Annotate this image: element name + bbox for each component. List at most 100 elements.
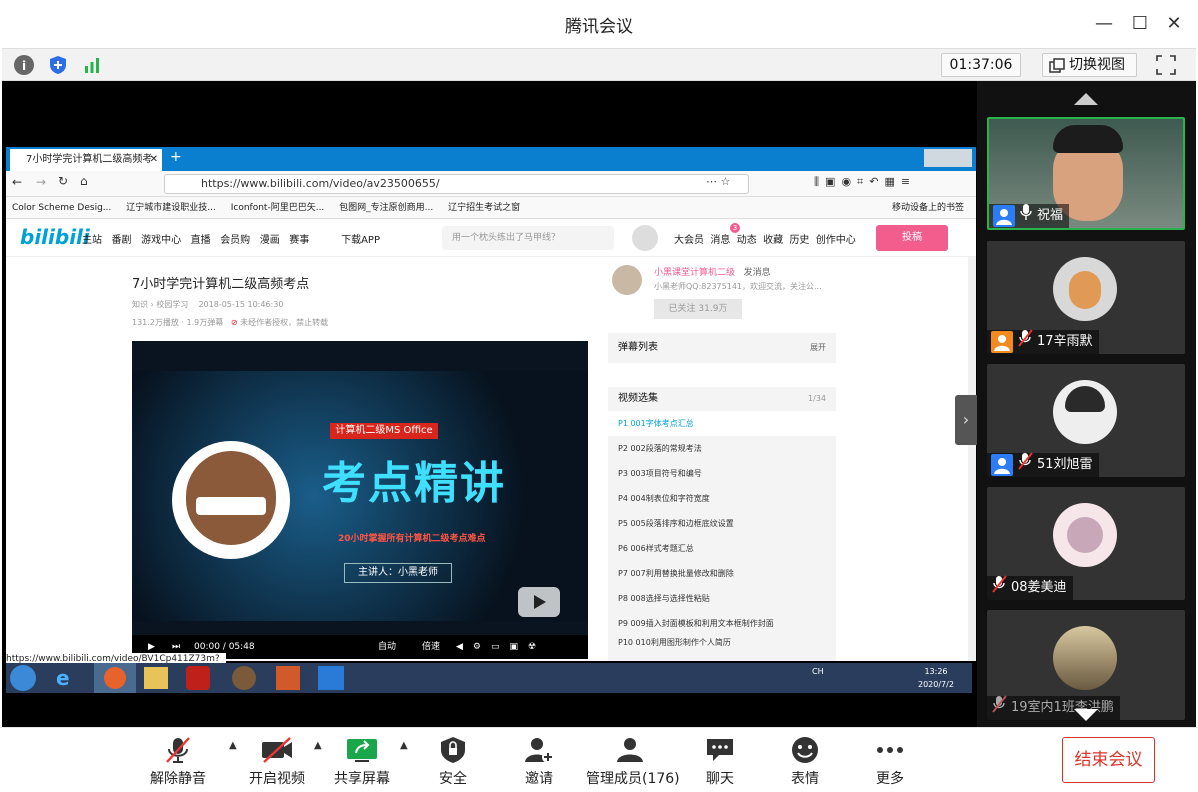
bookmark[interactable]: Iconfont-阿里巴巴矢... (231, 203, 325, 213)
video-player[interactable]: 计算机二级MS Office 考点精讲 20小时掌握所有计算机二级考点难点 主讲… (132, 341, 588, 659)
close-icon[interactable]: ✕ (1160, 10, 1188, 38)
player-tools-icon[interactable]: ◀⚙▭▣☢ (456, 635, 546, 659)
play-overlay-icon[interactable] (518, 587, 560, 617)
audio-options-icon[interactable]: ▲ (229, 740, 239, 751)
quality-button[interactable]: 自动 (378, 635, 396, 659)
manage-members-button[interactable]: 管理成员(176) (586, 736, 680, 788)
back-icon[interactable]: ← (12, 175, 22, 189)
episode-item[interactable]: P9 009插入封面模板和利用文本框制作封面 (608, 611, 836, 636)
start-icon[interactable] (10, 665, 36, 691)
shield-icon[interactable] (48, 55, 68, 75)
episode-item[interactable]: P7 007利用替换批量修改和删除 (608, 561, 836, 586)
bilibili-logo[interactable]: bilibili (20, 225, 90, 249)
explorer-icon[interactable] (144, 667, 168, 689)
bili-search-input[interactable]: 用一个枕头练出了马甲线？ (442, 226, 614, 250)
share-options-icon[interactable]: ▲ (400, 740, 410, 751)
participant-tile[interactable]: 19室内1班李洪鹏 (987, 610, 1185, 720)
powerpoint-icon[interactable] (276, 666, 300, 690)
mute-button[interactable]: 解除静音 (150, 736, 206, 788)
episode-item[interactable]: P6 006样式考题汇总 (608, 536, 836, 561)
speed-button[interactable]: 倍速 (422, 635, 440, 659)
episodes-count: 1/34 (808, 394, 826, 403)
bookmark[interactable]: Color Scheme Desig... (12, 203, 111, 213)
video-options-icon[interactable]: ▲ (314, 740, 324, 751)
nav-item[interactable]: 游戏中心 (141, 235, 181, 246)
participant-tile[interactable]: 17辛雨默 (987, 241, 1185, 354)
reactions-button[interactable]: 表情 (788, 736, 822, 788)
ime-indicator[interactable]: CH (812, 667, 824, 676)
user-nav-item[interactable]: 收藏 (763, 235, 783, 246)
episode-item[interactable]: P5 005段落排序和边框底纹设置 (608, 511, 836, 536)
reload-icon[interactable]: ↻ (58, 174, 68, 188)
user-nav-item[interactable]: 动态 (737, 235, 757, 246)
maximize-icon[interactable]: ☐ (1126, 10, 1154, 38)
episode-item[interactable]: P3 003项目符号和编号 (608, 461, 836, 486)
user-nav-item[interactable]: 大会员 (674, 235, 704, 246)
expand-link[interactable]: 展开 (810, 333, 826, 363)
tab-close-icon[interactable]: ✕ (150, 149, 158, 171)
bookmark[interactable]: 包图网_专注原创商用... (339, 203, 433, 213)
more-icon[interactable]: ⋯ ☆ (706, 175, 730, 188)
participant-tile[interactable]: 08姜美迪 (987, 487, 1185, 600)
collapse-sidebar-icon[interactable]: › (955, 395, 977, 445)
page-scrollbar[interactable] (968, 257, 976, 661)
nav-item[interactable]: 下载APP (341, 235, 380, 246)
flash-icon[interactable] (186, 666, 210, 690)
episode-item[interactable]: P10 010利用图形制作个人简历 (608, 636, 836, 650)
chat-button[interactable]: 聊天 (703, 736, 737, 788)
nav-item[interactable]: 漫画 (260, 235, 280, 246)
minimize-icon[interactable]: — (1090, 10, 1118, 38)
bookmark[interactable]: 辽宁招生考试之窗 (448, 203, 520, 213)
share-screen-button[interactable]: 共享屏幕 (334, 736, 390, 788)
user-nav-item[interactable]: 创作中心 (816, 235, 856, 246)
follow-button[interactable]: 已关注 31.9万 (654, 299, 742, 319)
switch-view-button[interactable]: 切换视图 (1042, 53, 1137, 77)
home-icon[interactable]: ⌂ (80, 174, 88, 188)
more-button[interactable]: 更多 (873, 736, 907, 788)
send-message-link[interactable]: 发消息 (744, 268, 771, 278)
episode-item[interactable]: P4 004制表位和字符宽度 (608, 486, 836, 511)
bookmark[interactable]: 移动设备上的书签 (892, 197, 964, 218)
nav-item[interactable]: 主站 (82, 235, 102, 246)
nav-item[interactable]: 直播 (191, 235, 211, 246)
address-bar[interactable]: https://www.bilibili.com/video/av2350065… (164, 174, 749, 194)
clock[interactable]: 13:26 2020/7/2 (918, 665, 954, 691)
nav-item[interactable]: 赛事 (289, 235, 309, 246)
security-button[interactable]: 安全 (436, 736, 470, 788)
fullscreen-icon[interactable] (1154, 53, 1178, 77)
browser-tools-icon[interactable]: ⫼▣◉⌗↶▦≡ (814, 175, 916, 189)
uploader-avatar[interactable] (612, 265, 642, 295)
invite-button[interactable]: 邀请 (522, 736, 556, 788)
user-nav-item[interactable]: 历史 (789, 235, 809, 246)
app-icon[interactable] (232, 666, 256, 690)
nav-item[interactable]: 会员购 (220, 235, 250, 246)
episode-list: 视频选集 1/34 P1 001字体考点汇总 P2 002段落的常规考法 P3 … (608, 387, 836, 661)
nav-item[interactable]: 番剧 (112, 235, 132, 246)
participant-name: 08姜美迪 (1011, 580, 1067, 595)
avatar[interactable] (632, 225, 658, 251)
user-nav-item[interactable]: 消息 (710, 235, 730, 246)
info-icon[interactable]: i (14, 55, 34, 75)
end-meeting-button[interactable]: 结束会议 (1062, 737, 1155, 783)
ie-icon[interactable]: e (56, 666, 80, 690)
meeting-app-icon[interactable] (318, 666, 344, 690)
upload-button[interactable]: 投稿 (876, 225, 948, 251)
scroll-down-icon[interactable] (1074, 709, 1098, 721)
video-button[interactable]: 开启视频 (248, 736, 306, 788)
participant-tile[interactable]: 51刘旭雷 (987, 364, 1185, 477)
episode-item[interactable]: P8 008选择与选择性粘贴 (608, 586, 836, 611)
browser-tab[interactable]: 7小时学完计算机二级高频考点 ✕ (10, 149, 162, 187)
video-category[interactable]: 知识 › 校园学习 (132, 300, 188, 309)
forward-icon[interactable]: → (36, 175, 46, 189)
uploader-name[interactable]: 小黑课堂计算机二级 (654, 268, 735, 278)
signal-icon[interactable] (82, 55, 102, 75)
scroll-up-icon[interactable] (1074, 93, 1098, 105)
participant-tile[interactable]: 祝福 (987, 117, 1185, 230)
episode-item[interactable]: P2 002段落的常规考法 (608, 436, 836, 461)
bookmark[interactable]: 辽宁城市建设职业技... (126, 203, 216, 213)
episode-item[interactable]: P1 001字体考点汇总 (608, 411, 836, 436)
firefox-taskbar-item[interactable] (94, 663, 136, 693)
danmaku-list[interactable]: 弹幕列表 展开 (608, 333, 836, 363)
window-controls-icon[interactable] (924, 149, 972, 167)
new-tab-icon[interactable]: + (170, 149, 182, 165)
